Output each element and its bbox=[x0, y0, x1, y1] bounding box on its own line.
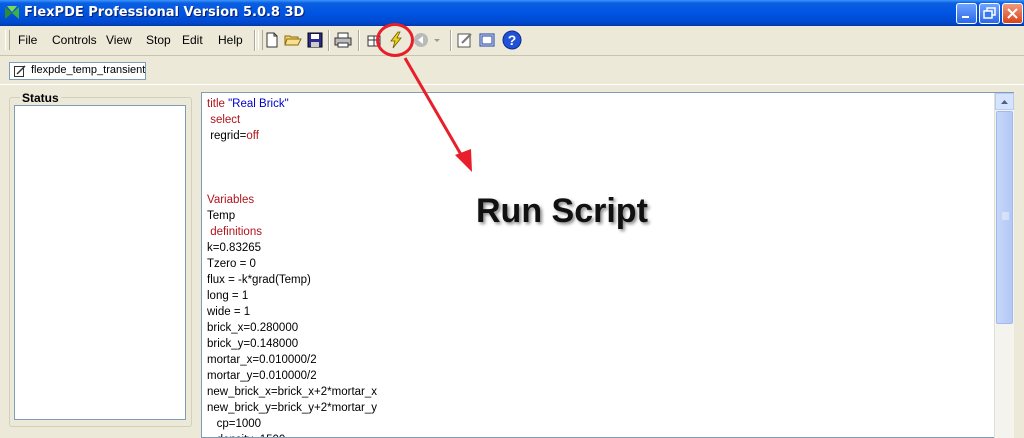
menu-help[interactable]: Help bbox=[218, 33, 243, 47]
restore-icon bbox=[983, 7, 996, 19]
menu-stop[interactable]: Stop bbox=[146, 33, 171, 47]
code-token: mortar_y=0.010000/2 bbox=[207, 370, 317, 382]
toolbar-separator bbox=[450, 30, 452, 51]
scroll-up-arrow-icon bbox=[1001, 100, 1008, 104]
code-token: brick_x=0.280000 bbox=[207, 322, 299, 334]
dropdown-arrow-icon[interactable] bbox=[432, 31, 442, 49]
code-line: new_brick_y=brick_y+2*mortar_y bbox=[207, 400, 377, 416]
menu-view[interactable]: View bbox=[106, 33, 132, 47]
save-disk-icon[interactable] bbox=[306, 31, 324, 49]
flexpde-app-icon bbox=[5, 6, 19, 19]
minimize-icon bbox=[962, 16, 969, 18]
title-bar[interactable]: FlexPDE Professional Version 5.0.8 3D bbox=[0, 0, 1024, 26]
document-edit-icon bbox=[14, 65, 26, 77]
code-token: select bbox=[207, 114, 241, 126]
code-line: brick_y=0.148000 bbox=[207, 336, 377, 352]
code-token: brick_y=0.148000 bbox=[207, 338, 299, 350]
view-plot-icon[interactable] bbox=[478, 31, 496, 49]
tab-label: flexpde_temp_transient bbox=[31, 64, 146, 76]
editor-vertical-scrollbar[interactable] bbox=[994, 93, 1014, 438]
code-line: title "Real Brick" bbox=[207, 96, 377, 112]
menu-toolbar-bar: File Controls View Stop Edit Help ? bbox=[0, 26, 1024, 56]
code-token: density=1500 bbox=[207, 434, 286, 437]
document-tab-strip: flexpde_temp_transient bbox=[0, 56, 1024, 86]
help-icon[interactable]: ? bbox=[502, 30, 522, 50]
tab-flexpde-temp-transient[interactable]: flexpde_temp_transient bbox=[9, 62, 146, 80]
restore-button[interactable] bbox=[979, 3, 1000, 24]
code-token: flux = -k*grad(Temp) bbox=[207, 274, 311, 286]
window-title: FlexPDE Professional Version 5.0.8 3D bbox=[24, 5, 305, 20]
code-line: Tzero = 0 bbox=[207, 256, 377, 272]
menu-file[interactable]: File bbox=[18, 33, 37, 47]
menu-edit[interactable]: Edit bbox=[182, 33, 203, 47]
code-token: Variables bbox=[207, 194, 255, 206]
code-line: mortar_y=0.010000/2 bbox=[207, 368, 377, 384]
menubar-grip[interactable] bbox=[5, 30, 10, 50]
minimize-button[interactable] bbox=[956, 3, 977, 24]
script-editor[interactable]: title "Real Brick" select regrid=off Vari… bbox=[201, 92, 1014, 438]
code-line: Temp bbox=[207, 208, 377, 224]
code-token: wide = 1 bbox=[207, 306, 251, 318]
toolbar-separator bbox=[358, 30, 360, 51]
code-token: Tzero = 0 bbox=[207, 258, 256, 270]
script-code: title "Real Brick" select regrid=off Vari… bbox=[207, 96, 377, 437]
toolbar-separator bbox=[254, 30, 256, 51]
status-list[interactable] bbox=[14, 105, 186, 420]
code-line: definitions bbox=[207, 224, 377, 240]
code-token: off bbox=[246, 130, 259, 142]
code-line: regrid=off bbox=[207, 128, 377, 144]
code-line: density=1500 bbox=[207, 432, 377, 437]
code-line: flux = -k*grad(Temp) bbox=[207, 272, 377, 288]
tab-divider bbox=[0, 84, 1024, 85]
code-token: k=0.83265 bbox=[207, 242, 262, 254]
code-line: long = 1 bbox=[207, 288, 377, 304]
close-icon bbox=[1007, 8, 1018, 19]
code-line: wide = 1 bbox=[207, 304, 377, 320]
print-icon[interactable] bbox=[334, 31, 352, 49]
code-line: select bbox=[207, 112, 377, 128]
open-folder-icon[interactable] bbox=[284, 31, 302, 49]
back-arrow-icon[interactable] bbox=[412, 31, 430, 49]
scroll-grip-icon bbox=[1002, 212, 1009, 220]
close-button[interactable] bbox=[1002, 3, 1023, 24]
svg-text:?: ? bbox=[508, 32, 517, 48]
annotation-highlight-circle bbox=[376, 23, 414, 57]
code-token: title bbox=[207, 98, 229, 110]
code-line: Variables bbox=[207, 192, 377, 208]
scroll-thumb[interactable] bbox=[996, 111, 1013, 324]
code-line: k=0.83265 bbox=[207, 240, 377, 256]
code-line: mortar_x=0.010000/2 bbox=[207, 352, 377, 368]
status-legend: Status bbox=[20, 91, 61, 105]
code-line: cp=1000 bbox=[207, 416, 377, 432]
code-token: new_brick_y=brick_y+2*mortar_y bbox=[207, 402, 378, 414]
code-token: cp=1000 bbox=[207, 418, 262, 430]
code-token: definitions bbox=[207, 226, 262, 238]
new-document-icon[interactable] bbox=[263, 31, 281, 49]
code-token: long = 1 bbox=[207, 290, 249, 302]
menu-controls[interactable]: Controls bbox=[52, 33, 97, 47]
toolbar-separator bbox=[328, 30, 330, 51]
code-line: new_brick_x=brick_x+2*mortar_x bbox=[207, 384, 377, 400]
code-line: brick_x=0.280000 bbox=[207, 320, 377, 336]
code-token: Temp bbox=[207, 210, 236, 222]
edit-script-icon[interactable] bbox=[456, 31, 474, 49]
scroll-up-button[interactable] bbox=[995, 93, 1014, 110]
code-token: mortar_x=0.010000/2 bbox=[207, 354, 317, 366]
code-token: "Real Brick" bbox=[228, 98, 289, 110]
annotation-label: Run Script bbox=[476, 192, 648, 230]
code-token: new_brick_x=brick_x+2*mortar_x bbox=[207, 386, 378, 398]
code-token: regrid= bbox=[207, 130, 247, 142]
